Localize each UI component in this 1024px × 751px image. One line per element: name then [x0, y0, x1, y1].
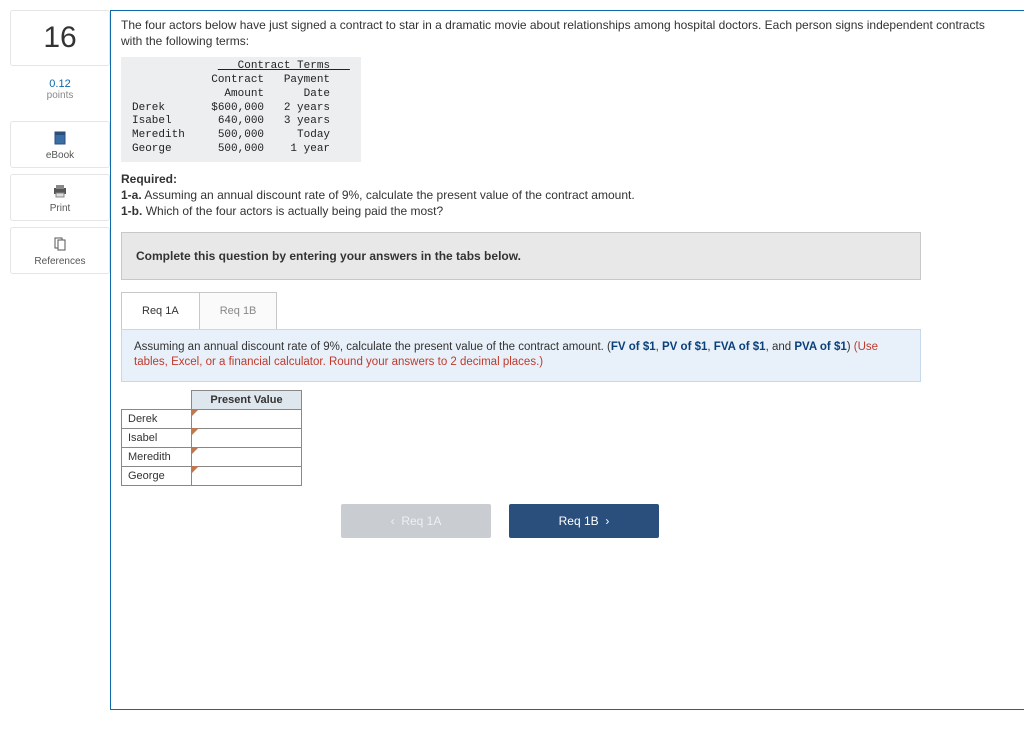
required-label: Required:: [121, 172, 1008, 186]
actor-name: George: [122, 466, 192, 485]
question-content: The four actors below have just signed a…: [110, 10, 1024, 710]
link-fv[interactable]: FV of $1: [611, 341, 656, 353]
points-value: 0.12: [10, 78, 110, 90]
print-label: Print: [50, 203, 71, 214]
col-present-value: Present Value: [192, 390, 302, 409]
ebook-button[interactable]: eBook: [10, 121, 110, 168]
tab-panel-req-1a: Assuming an annual discount rate of 9%, …: [121, 329, 921, 382]
chevron-left-icon: ‹: [391, 514, 402, 528]
requirement-1a: 1-a. Assuming an annual discount rate of…: [121, 188, 1008, 202]
requirement-1b: 1-b. Which of the four actors is actuall…: [121, 204, 1008, 218]
next-tab-button[interactable]: Req 1B ›: [509, 504, 659, 538]
tab-req-1a[interactable]: Req 1A: [121, 292, 200, 329]
points: 0.12 points: [10, 78, 110, 101]
answer-table: Present Value DerekIsabelMeredithGeorge: [121, 390, 302, 486]
link-fva[interactable]: FVA of $1: [714, 341, 766, 353]
contract-terms-table: Contract Terms Contract Payment Amount D…: [121, 57, 361, 161]
instruction-bar: Complete this question by entering your …: [121, 232, 921, 280]
req-1b-tag: 1-b.: [121, 204, 142, 218]
link-pva[interactable]: PVA of $1: [794, 341, 846, 353]
table-row: Meredith: [122, 447, 302, 466]
book-icon: [52, 130, 68, 146]
prev-tab-label: Req 1A: [401, 514, 441, 528]
question-number: 16: [10, 10, 110, 66]
actor-name: Meredith: [122, 447, 192, 466]
link-pv[interactable]: PV of $1: [662, 341, 707, 353]
references-button[interactable]: References: [10, 227, 110, 274]
print-icon: [52, 183, 68, 199]
panel-lead: Assuming an annual discount rate of 9%, …: [134, 341, 611, 353]
references-label: References: [34, 256, 85, 267]
next-tab-label: Req 1B: [559, 514, 599, 528]
references-icon: [52, 236, 68, 252]
prompt-text: The four actors below have just signed a…: [121, 17, 1008, 49]
table-row: Derek: [122, 409, 302, 428]
present-value-input[interactable]: [192, 409, 302, 428]
present-value-input[interactable]: [192, 466, 302, 485]
req-1a-text: Assuming an annual discount rate of 9%, …: [144, 188, 634, 202]
actor-name: Isabel: [122, 428, 192, 447]
tabs: Req 1A Req 1B: [121, 292, 1008, 329]
present-value-input[interactable]: [192, 447, 302, 466]
table-row: George: [122, 466, 302, 485]
ebook-label: eBook: [46, 150, 74, 161]
actor-name: Derek: [122, 409, 192, 428]
print-button[interactable]: Print: [10, 174, 110, 221]
prev-tab-button: ‹ Req 1A: [341, 504, 491, 538]
table-row: Isabel: [122, 428, 302, 447]
points-label: points: [10, 90, 110, 101]
chevron-right-icon: ›: [599, 514, 610, 528]
req-1b-text: Which of the four actors is actually bei…: [146, 204, 444, 218]
present-value-input[interactable]: [192, 428, 302, 447]
tab-req-1b[interactable]: Req 1B: [199, 292, 278, 329]
req-1a-tag: 1-a.: [121, 188, 142, 202]
